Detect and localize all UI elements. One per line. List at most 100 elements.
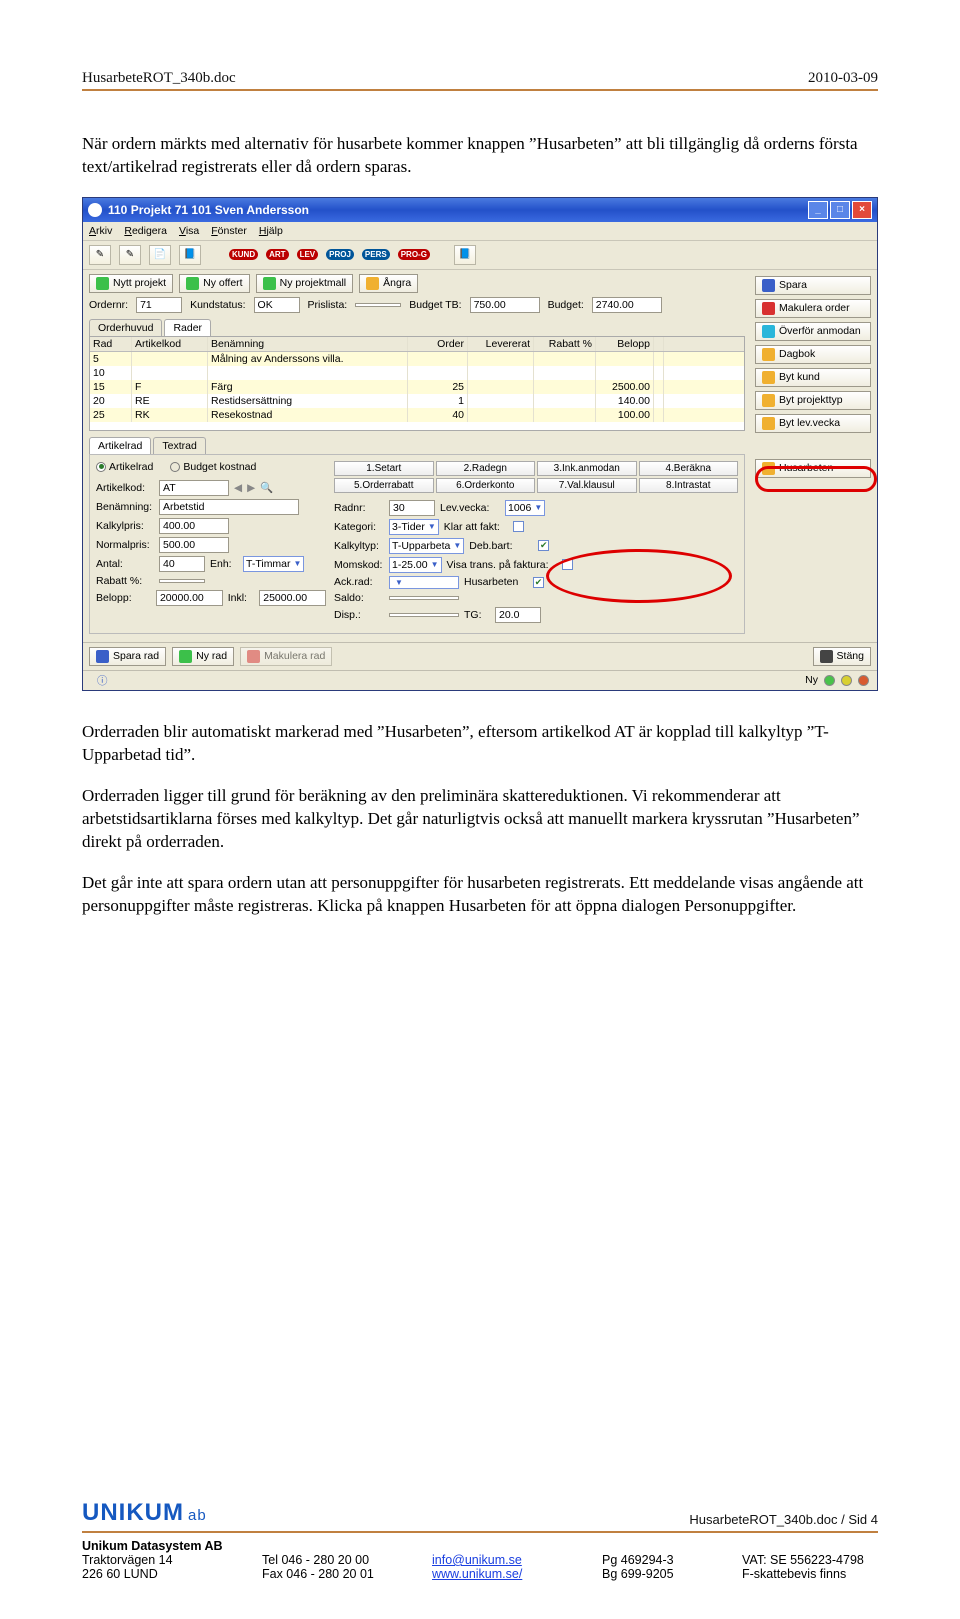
tg-input[interactable]: 20.0 [495,607,541,623]
nytt-projekt-button[interactable]: Nytt projekt [89,274,173,293]
btn-orderkonto[interactable]: 6.Orderkonto [436,478,536,493]
overfor-anmodan-button[interactable]: Överför anmodan [755,322,871,341]
enh-select[interactable]: T-Timmar▼ [243,556,304,572]
visatrans-label: Visa trans. på faktura: [447,559,557,571]
table-row[interactable]: 10 [90,366,744,380]
budget-value[interactable]: 2740.00 [592,297,662,313]
makulera-order-button[interactable]: Makulera order [755,299,871,318]
btn-setart[interactable]: 1.Setart [334,461,434,476]
radio-budget[interactable]: Budget kostnad [170,461,256,473]
kundstatus-value[interactable]: OK [254,297,300,313]
pill-lev[interactable]: LEV [297,249,319,260]
table-row[interactable]: 20RERestidsersättning1140.00 [90,394,744,408]
diary-icon [762,348,775,361]
pill-pers[interactable]: PERS [362,249,390,260]
search-icon[interactable]: 🔍 [260,481,273,494]
pill-prog[interactable]: PRO-G [398,249,430,260]
ackrad-select[interactable]: ▼ [389,576,459,589]
toolbar-icon-4[interactable]: 📘 [179,245,201,265]
undo-icon [366,277,379,290]
grid-header: Rad Artikelkod Benämning Order Levererat… [90,337,744,352]
maximize-button[interactable]: □ [830,201,850,219]
benamning-input[interactable]: Arbetstid [159,499,299,515]
budgettb-value[interactable]: 750.00 [470,297,540,313]
inkl-label: Inkl: [228,592,255,604]
tab-rader[interactable]: Rader [164,319,211,336]
makulera-rad-button[interactable]: Makulera rad [240,647,332,666]
husarbeten-button[interactable]: Husarbeten [755,459,871,478]
momskod-select[interactable]: 1-25.00▼ [389,557,442,573]
stang-button[interactable]: Stäng [813,647,871,666]
footer-web[interactable]: www.unikum.se/ [432,1567,602,1581]
dagbok-button[interactable]: Dagbok [755,345,871,364]
ny-projektmall-button[interactable]: Ny projektmall [256,274,354,293]
nav-right-icon[interactable]: ▶ [247,482,255,494]
pill-proj[interactable]: PROJ [326,249,354,260]
menu-redigera[interactable]: Redigera [124,225,167,237]
antal-input[interactable]: 40 [159,556,205,572]
debbart-checkbox[interactable]: ✔ [538,540,549,551]
byt-projekttyp-button[interactable]: Byt projekttyp [755,391,871,410]
toolbar-icon-book[interactable]: 📘 [454,245,476,265]
normalpris-input[interactable]: 500.00 [159,537,229,553]
kategori-label: Kategori: [334,521,384,533]
ordernr-value[interactable]: 71 [136,297,182,313]
toolbar-icon-3[interactable]: 📄 [149,245,171,265]
radio-artikelrad[interactable]: Artikelrad [96,461,153,473]
ny-offert-button[interactable]: Ny offert [179,274,250,293]
levvecka-select[interactable]: 1006▼ [505,500,545,516]
toolbar-icon-1[interactable]: ✎ [89,245,111,265]
btn-inkanmodan[interactable]: 3.Ink.anmodan [537,461,637,476]
artikelkod-input[interactable]: AT [159,480,229,496]
close-button[interactable]: × [852,201,872,219]
klar-checkbox[interactable] [513,521,524,532]
klar-label: Klar att fakt: [444,521,508,533]
kalkyltyp-select[interactable]: T-Upparbeta▼ [389,538,464,554]
btn-berakna[interactable]: 4.Beräkna [639,461,739,476]
byt-kund-button[interactable]: Byt kund [755,368,871,387]
btn-intrastat[interactable]: 8.Intrastat [639,478,739,493]
prislista-value[interactable] [355,303,401,307]
spara-button[interactable]: Spara [755,276,871,295]
save-icon [96,650,109,663]
ny-rad-button[interactable]: Ny rad [172,647,234,666]
inkl-input[interactable]: 25000.00 [259,590,326,606]
angra-button[interactable]: Ångra [359,274,418,293]
plus-icon [179,650,192,663]
pill-art[interactable]: ART [266,249,288,260]
tab-textrad[interactable]: Textrad [153,437,205,454]
table-row[interactable]: 25RKResekostnad40100.00 [90,408,744,422]
rabatt-input[interactable] [159,579,205,583]
btn-orderrabatt[interactable]: 5.Orderrabatt [334,478,434,493]
kalkyltyp-label: Kalkyltyp: [334,540,384,552]
tab-orderhuvud[interactable]: Orderhuvud [89,319,162,336]
kategori-select[interactable]: 3-Tider▼ [389,519,439,535]
pill-kund[interactable]: KUND [229,249,258,260]
footer-email[interactable]: info@unikum.se [432,1553,602,1567]
btn-valklausul[interactable]: 7.Val.klausul [537,478,637,493]
artikelkod-label: Artikelkod: [96,482,154,494]
disp-input[interactable] [389,613,459,617]
menu-arkiv[interactable]: Arkiv [89,225,112,237]
radnr-input[interactable]: 30 [389,500,435,516]
minimize-button[interactable]: _ [808,201,828,219]
byt-levvecka-button[interactable]: Byt lev.vecka [755,414,871,433]
menu-fonster[interactable]: Fönster [211,225,247,237]
menu-hjalp[interactable]: Hjälp [259,225,283,237]
saldo-input[interactable] [389,596,459,600]
tab-artikelrad[interactable]: Artikelrad [89,437,151,454]
toolbar-icon-2[interactable]: ✎ [119,245,141,265]
visatrans-checkbox[interactable] [562,559,573,570]
nav-left-icon[interactable]: ◀ [234,482,242,494]
menu-visa[interactable]: Visa [179,225,199,237]
footer-company: Unikum Datasystem AB [82,1539,878,1553]
kalkylpris-input[interactable]: 400.00 [159,518,229,534]
rabatt-label: Rabatt %: [96,575,154,587]
husarbeten-checkbox[interactable]: ✔ [533,577,544,588]
table-row[interactable]: 15FFärg252500.00 [90,380,744,394]
btn-radegn[interactable]: 2.Radegn [436,461,536,476]
spara-rad-button[interactable]: Spara rad [89,647,166,666]
paragraph-2: Orderraden blir automatiskt markerad med… [82,721,878,767]
belopp-input[interactable]: 20000.00 [156,590,223,606]
table-row[interactable]: 5Målning av Anderssons villa. [90,352,744,366]
